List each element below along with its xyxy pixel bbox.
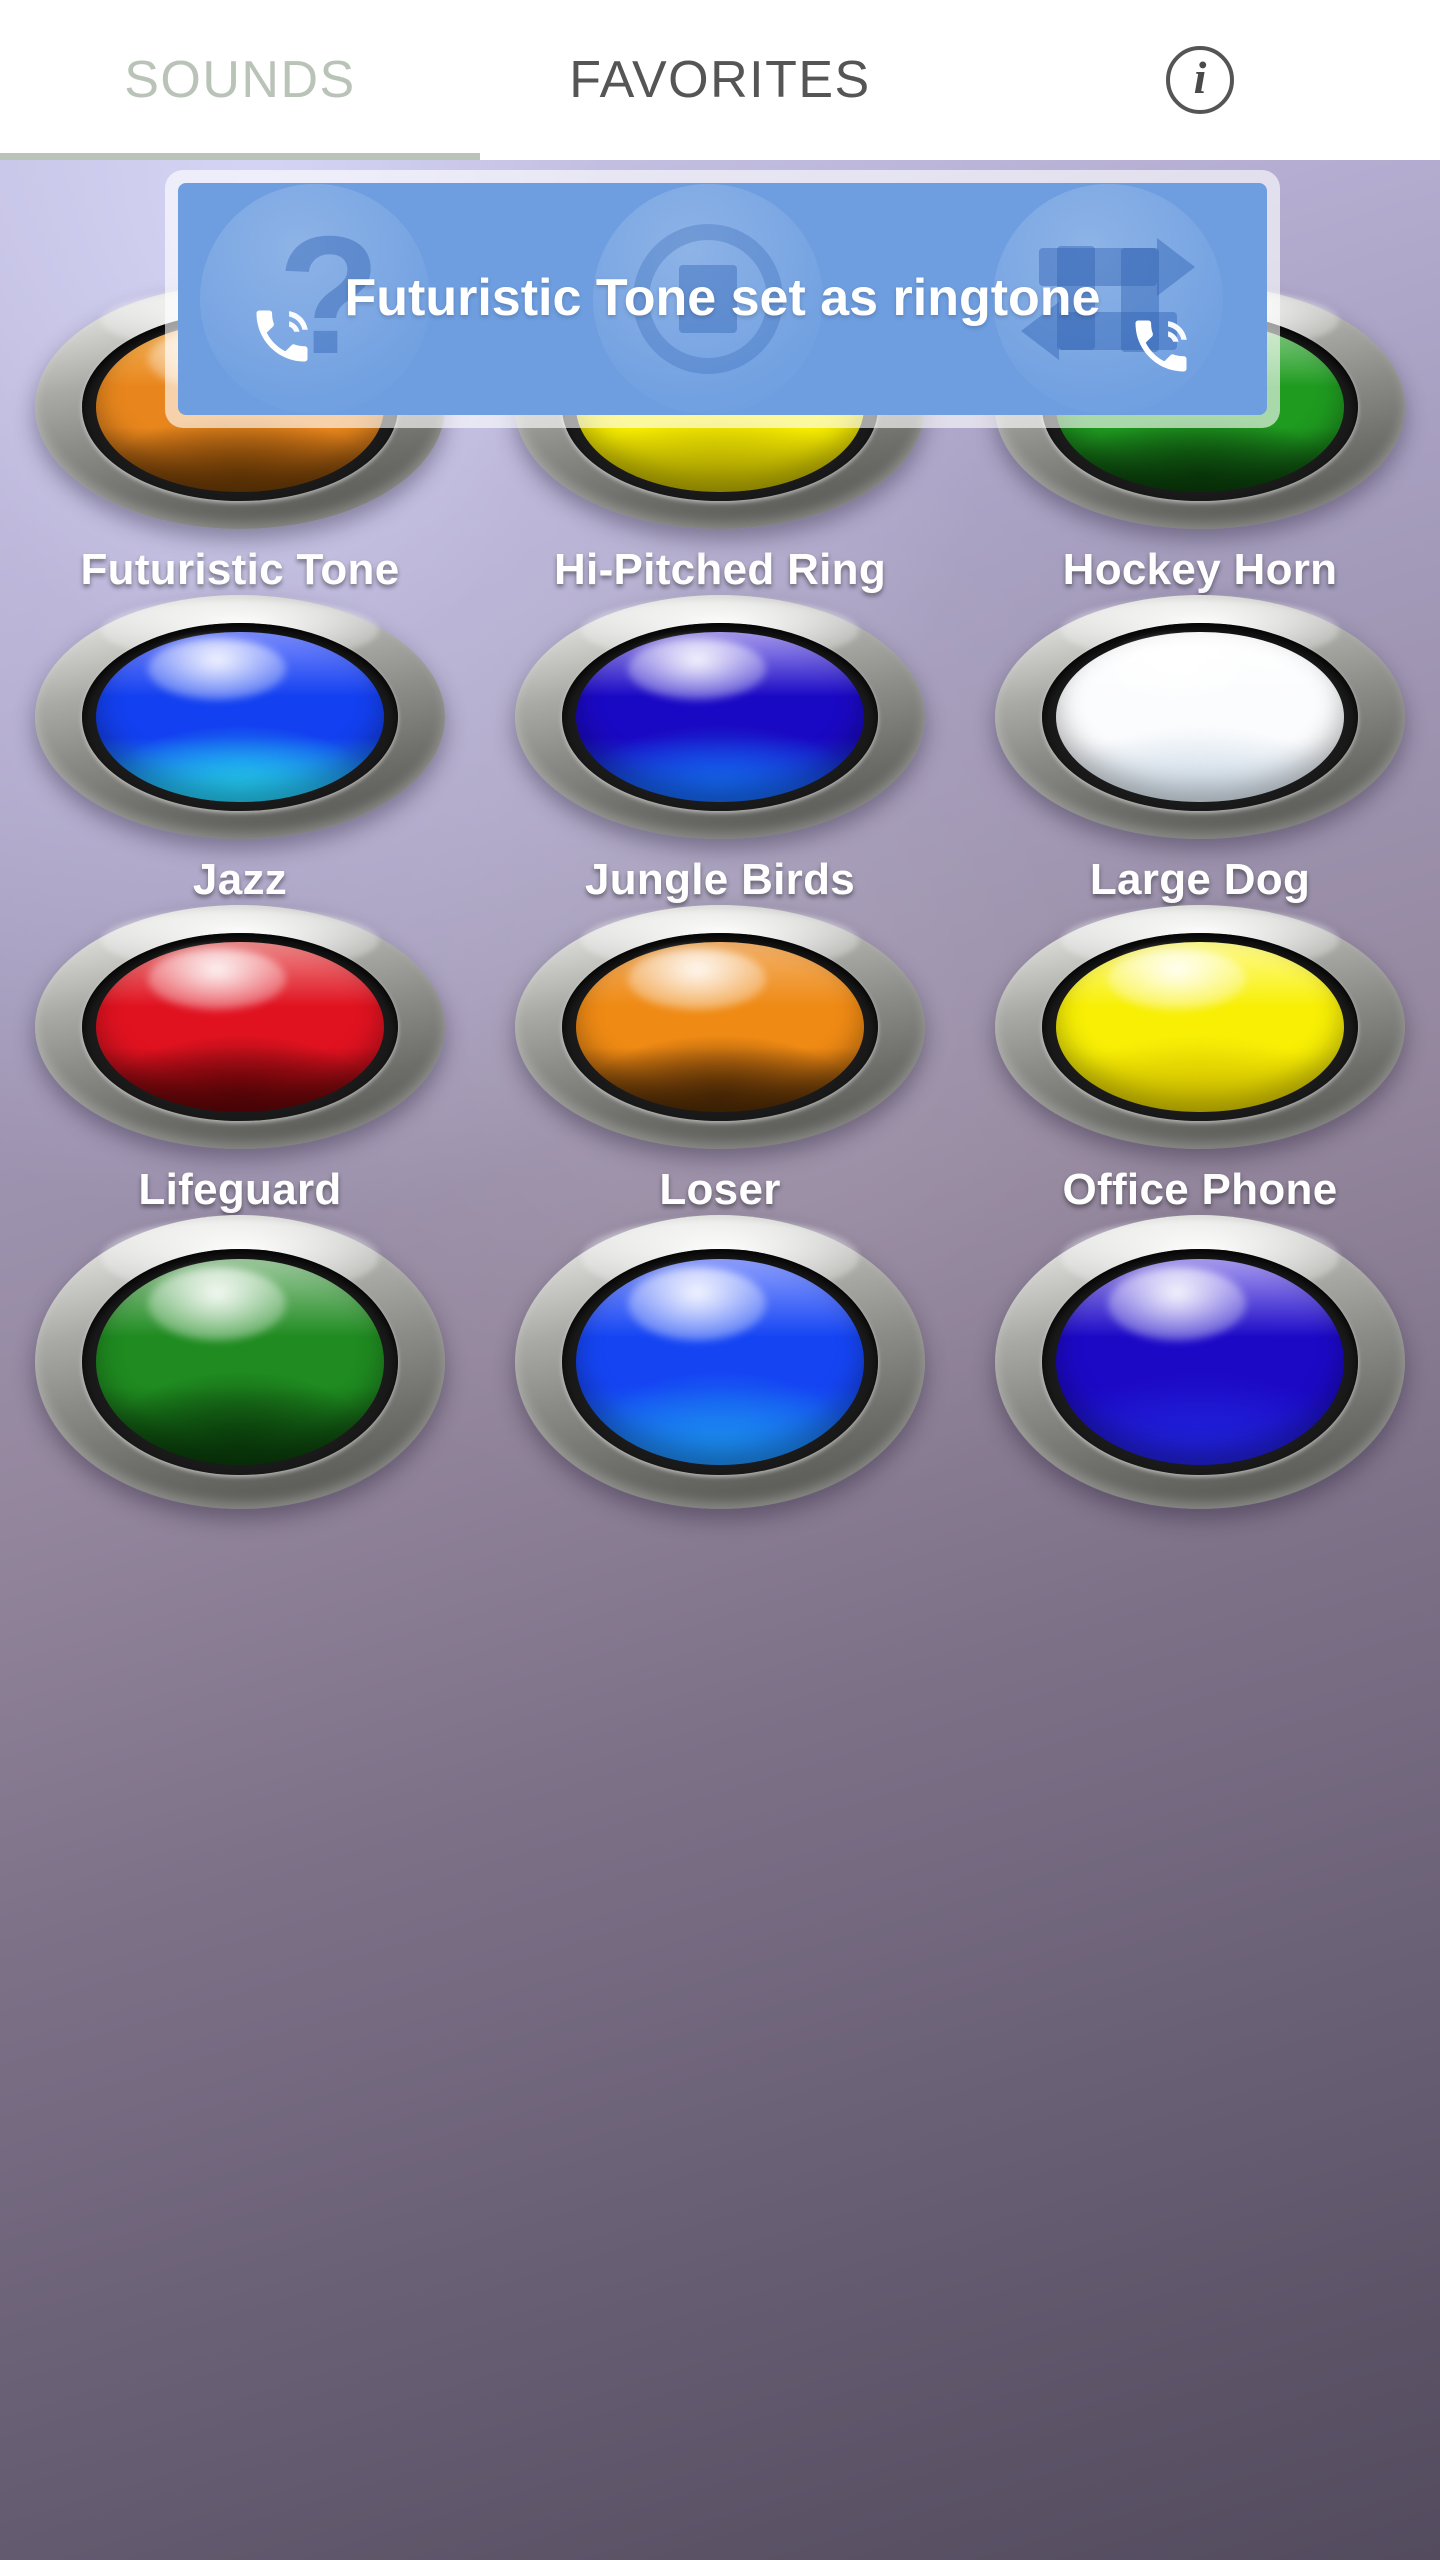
sound-grid: Futuristic Tone Hi-Pitched Ring Hockey Hor…: [0, 285, 1440, 1525]
tab-sounds[interactable]: SOUNDS: [0, 0, 480, 160]
button-dome-blue: [576, 1258, 864, 1465]
button-dome-dark-blue: [576, 631, 864, 803]
info-icon-glyph: i: [1193, 52, 1207, 103]
sound-button[interactable]: [515, 905, 925, 1149]
button-dome-orange: [576, 941, 864, 1113]
sound-button[interactable]: [515, 595, 925, 839]
repeat-arrow-right: [1157, 238, 1195, 296]
sound-label: Jungle Birds: [584, 855, 856, 904]
sound-cell[interactable]: Office Phone: [960, 905, 1440, 1215]
button-dome-indigo: [1056, 1258, 1344, 1465]
sound-label: Large Dog: [1089, 855, 1311, 904]
sound-label: Jazz: [192, 855, 288, 904]
app-root: SOUNDS FAVORITES i ? Futuristic Tone set…: [0, 0, 1440, 2560]
button-dome-blue: [96, 631, 384, 803]
tab-sounds-indicator: [0, 153, 480, 160]
sound-button[interactable]: [995, 905, 1405, 1149]
sound-button[interactable]: [35, 595, 445, 839]
button-dome-white: [1056, 631, 1344, 803]
toast-message: Futuristic Tone set as ringtone: [344, 269, 1101, 328]
button-socket: [82, 1248, 398, 1476]
button-socket: [562, 623, 878, 811]
tab-favorites-label: FAVORITES: [569, 51, 871, 109]
sound-cell[interactable]: Large Dog: [960, 595, 1440, 905]
sound-label: Hi-Pitched Ring: [553, 545, 887, 594]
sound-cell[interactable]: [960, 1215, 1440, 1525]
sound-button[interactable]: [35, 905, 445, 1149]
info-slot: i: [960, 0, 1440, 160]
sound-label: Lifeguard: [138, 1165, 342, 1214]
tab-favorites[interactable]: FAVORITES: [480, 0, 960, 160]
button-dome-yellow: [1056, 941, 1344, 1113]
sound-board: ? Futuristic Tone set as ringtone Futuri…: [0, 160, 1440, 2560]
sound-label: Loser: [659, 1165, 781, 1214]
button-dome-green: [96, 1258, 384, 1465]
sound-cell[interactable]: Lifeguard: [0, 905, 480, 1215]
button-socket: [1042, 623, 1358, 811]
button-socket: [1042, 933, 1358, 1121]
button-socket: [82, 623, 398, 811]
sound-cell[interactable]: Jungle Birds: [480, 595, 960, 905]
sound-cell[interactable]: Jazz: [0, 595, 480, 905]
tab-sounds-label: SOUNDS: [124, 51, 356, 109]
button-socket: [82, 933, 398, 1121]
button-socket: [562, 1248, 878, 1476]
sound-button[interactable]: [995, 1215, 1405, 1509]
sound-button[interactable]: [995, 595, 1405, 839]
button-dome-red: [96, 941, 384, 1113]
sound-label: Office Phone: [1062, 1165, 1338, 1214]
sound-label: Futuristic Tone: [80, 545, 400, 594]
sound-cell[interactable]: Loser: [480, 905, 960, 1215]
info-icon[interactable]: i: [1166, 46, 1234, 114]
sound-button[interactable]: [515, 1215, 925, 1509]
button-socket: [562, 933, 878, 1121]
sound-cell[interactable]: [0, 1215, 480, 1525]
toast-notification[interactable]: ? Futuristic Tone set as ringtone: [165, 170, 1280, 428]
sound-button[interactable]: [35, 1215, 445, 1509]
toast-body: ? Futuristic Tone set as ringtone: [178, 183, 1267, 415]
sound-label: Hockey Horn: [1062, 545, 1338, 594]
button-socket: [1042, 1248, 1358, 1476]
tab-bar: SOUNDS FAVORITES i: [0, 0, 1440, 160]
sound-cell[interactable]: [480, 1215, 960, 1525]
